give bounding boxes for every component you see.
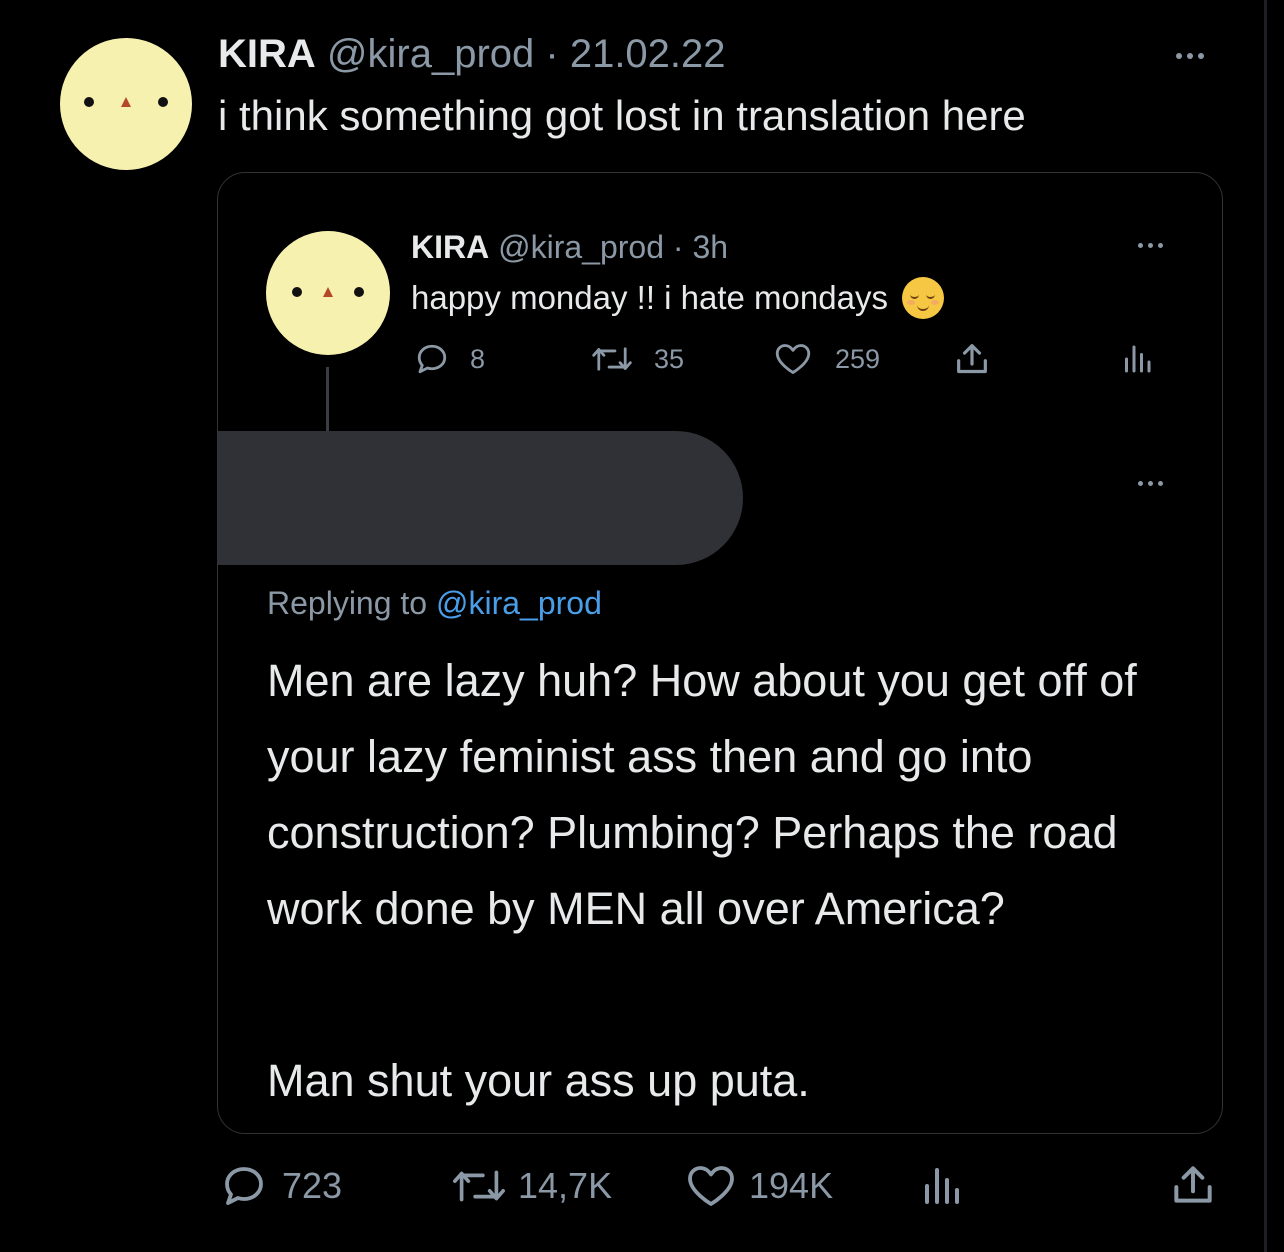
reply-paragraph-2: Man shut your ass up puta. — [267, 1055, 810, 1106]
outer-like-count: 194K — [749, 1165, 834, 1206]
quoted-author-name[interactable]: KIRA — [411, 229, 489, 265]
outer-tweet-text: i think something got lost in translatio… — [218, 92, 1026, 139]
quoted-separator: · — [664, 229, 693, 265]
outer-tweet-header: KIRA @kira_prod · 21.02.22 — [218, 32, 726, 77]
outer-avatar[interactable] — [60, 38, 192, 170]
quoted-share-button[interactable] — [952, 339, 992, 379]
outer-date[interactable]: 21.02.22 — [570, 32, 726, 76]
replying-to-line: Replying to @kira_prod — [267, 585, 602, 622]
outer-reply-button[interactable]: 723 — [220, 1162, 342, 1210]
replying-to-label: Replying to — [267, 585, 436, 621]
quoted-tweet-text: happy monday !! i hate mondays — [411, 279, 888, 316]
redacted-user-block — [218, 431, 743, 565]
outer-share-button[interactable] — [1168, 1160, 1218, 1210]
avatar-eye-left — [292, 287, 302, 297]
quoted-reply-count: 8 — [470, 343, 486, 374]
avatar-beak — [323, 287, 333, 297]
quoted-tweet-header: KIRA @kira_prod · 3h — [411, 229, 728, 266]
avatar-eye-right — [354, 287, 364, 297]
replying-to-handle[interactable]: @kira_prod — [436, 585, 602, 621]
analytics-icon — [918, 1162, 964, 1210]
reply-paragraph-1: Men are lazy huh? How about you get off … — [267, 655, 1137, 934]
share-icon — [952, 339, 992, 379]
share-icon — [1168, 1160, 1218, 1210]
outer-retweet-button[interactable]: 14,7K — [450, 1162, 612, 1210]
quoted-time[interactable]: 3h — [692, 229, 728, 265]
quoted-avatar[interactable] — [266, 231, 390, 355]
outer-analytics-button[interactable] — [918, 1162, 964, 1210]
quoted-analytics-button[interactable] — [1120, 341, 1154, 377]
relieved-face-emoji: 😌 — [901, 277, 944, 319]
quoted-reply-button[interactable]: 8 — [414, 341, 485, 377]
quoted-card[interactable]: KIRA @kira_prod · 3h happy monday !! i h… — [217, 172, 1223, 1134]
quoted-retweet-count: 35 — [654, 343, 685, 374]
analytics-icon — [1120, 341, 1154, 377]
quoted-more-icon[interactable] — [1138, 243, 1163, 248]
like-icon — [773, 341, 813, 377]
thread-line — [326, 367, 329, 433]
avatar-eye-left — [84, 97, 94, 107]
outer-reply-count: 723 — [282, 1165, 343, 1206]
outer-more-icon[interactable] — [1176, 53, 1204, 59]
reply-icon — [414, 341, 450, 377]
outer-author-name[interactable]: KIRA — [218, 32, 316, 76]
outer-separator: · — [534, 32, 570, 76]
scrollbar-track[interactable] — [1264, 0, 1267, 1252]
outer-like-button[interactable]: 194K — [685, 1162, 833, 1210]
avatar-eye-right — [158, 97, 168, 107]
emoji-caption: 😌 — [902, 277, 903, 278]
quoted-like-count: 259 — [835, 343, 881, 374]
retweet-icon — [450, 1162, 508, 1210]
like-icon — [685, 1162, 737, 1210]
outer-retweet-count: 14,7K — [518, 1165, 613, 1206]
quoted-retweet-button[interactable]: 35 — [590, 341, 684, 377]
retweet-icon — [590, 341, 634, 377]
outer-author-handle[interactable]: @kira_prod — [327, 32, 534, 76]
quoted-author-handle[interactable]: @kira_prod — [498, 229, 664, 265]
quoted-tweet-text-row: happy monday !! i hate mondays 😌 — [411, 277, 944, 319]
avatar-beak — [121, 97, 131, 107]
quoted-like-button[interactable]: 259 — [773, 341, 880, 377]
reply-icon — [220, 1162, 268, 1210]
reply-more-icon[interactable] — [1138, 481, 1163, 486]
